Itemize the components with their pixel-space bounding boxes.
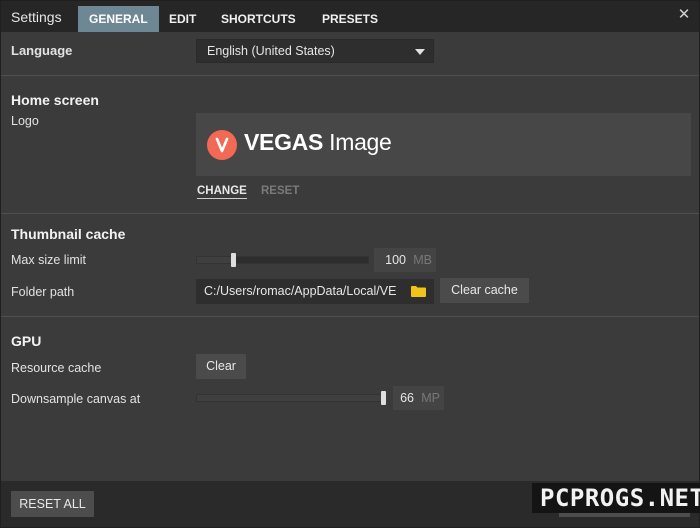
reset-logo-button[interactable]: RESET — [261, 185, 299, 197]
logo-label: Logo — [11, 114, 39, 128]
max-size-value: 100 — [385, 253, 406, 267]
gpu-heading: GPU — [11, 333, 42, 349]
reset-all-button[interactable]: RESET ALL — [11, 491, 94, 517]
max-size-slider[interactable] — [196, 256, 369, 264]
downsample-input[interactable]: 66 MP — [393, 386, 444, 410]
folder-path-label: Folder path — [11, 285, 75, 299]
window-title: Settings — [11, 9, 62, 25]
divider — [1, 213, 699, 214]
language-value: English (United States) — [207, 44, 335, 58]
divider — [1, 316, 699, 317]
logo-wordmark: VEGAS Image — [244, 129, 392, 156]
thumbnail-cache-heading: Thumbnail cache — [11, 226, 126, 242]
slider-fill — [197, 257, 232, 263]
tab-edit[interactable]: EDIT — [158, 6, 207, 32]
title-bar: Settings GENERAL EDIT SHORTCUTS PRESETS … — [1, 1, 699, 32]
chevron-down-icon — [415, 49, 425, 55]
vegas-logo-icon — [207, 130, 237, 160]
downsample-value: 66 — [400, 391, 414, 405]
folder-icon[interactable] — [411, 286, 426, 297]
max-size-slider-handle[interactable] — [231, 253, 236, 267]
tab-general[interactable]: GENERAL — [78, 6, 159, 32]
settings-window: Settings GENERAL EDIT SHORTCUTS PRESETS … — [0, 0, 700, 528]
logo-preview: VEGAS Image — [196, 113, 691, 176]
folder-path-field[interactable]: C:/Users/romac/AppData/Local/VE — [196, 279, 434, 304]
max-size-unit: MB — [413, 253, 432, 267]
watermark: PCPROGS.NET — [532, 483, 700, 513]
max-size-input[interactable]: 100 MB — [374, 248, 436, 272]
resource-cache-label: Resource cache — [11, 361, 102, 375]
logo-product: Image — [323, 129, 392, 155]
language-label: Language — [11, 43, 73, 58]
downsample-slider-handle[interactable] — [381, 391, 386, 405]
tab-shortcuts[interactable]: SHORTCUTS — [210, 6, 307, 32]
language-dropdown[interactable]: English (United States) — [196, 39, 434, 63]
clear-cache-button[interactable]: Clear cache — [440, 278, 529, 303]
downsample-unit: MP — [421, 391, 440, 405]
close-icon: ✕ — [677, 6, 691, 23]
tab-presets[interactable]: PRESETS — [311, 6, 389, 32]
home-screen-heading: Home screen — [11, 92, 99, 108]
divider — [1, 75, 699, 76]
watermark-text: PCPROGS.NET — [540, 484, 700, 512]
logo-brand: VEGAS — [244, 129, 324, 155]
downsample-slider[interactable] — [196, 394, 387, 402]
folder-path-value: C:/Users/romac/AppData/Local/VE — [204, 284, 397, 298]
downsample-label: Downsample canvas at — [11, 392, 141, 406]
change-logo-button[interactable]: CHANGE — [197, 185, 247, 199]
slider-fill — [197, 395, 387, 401]
close-button[interactable]: ✕ — [677, 7, 691, 23]
max-size-label: Max size limit — [11, 253, 87, 267]
clear-resource-cache-button[interactable]: Clear — [196, 354, 246, 379]
